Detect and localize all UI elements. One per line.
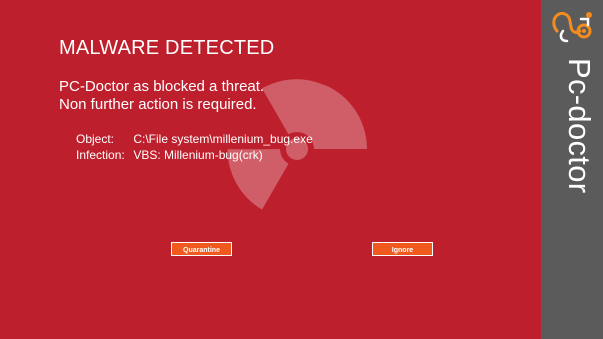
brand-name: Pc-doctor xyxy=(562,58,597,194)
infection-value: VBS: Millenium-bug(crk) xyxy=(133,148,263,162)
brand-sidebar: Pc-doctor xyxy=(541,0,603,339)
quarantine-button[interactable]: Quarantine xyxy=(171,242,232,256)
stethoscope-icon xyxy=(552,11,592,43)
malware-alert-panel: MALWARE DETECTED PC-Doctor as blocked a … xyxy=(0,0,541,339)
ignore-button[interactable]: Ignore xyxy=(372,242,433,256)
alert-title: MALWARE DETECTED xyxy=(59,37,275,59)
malware-alert-screen: MALWARE DETECTED PC-Doctor as blocked a … xyxy=(0,0,603,339)
object-detail-row: Object: C:\File system\millenium_bug.exe xyxy=(76,132,313,146)
alert-message-line-1: PC-Doctor as blocked a threat. xyxy=(59,78,265,95)
infection-detail-row: Infection: VBS: Millenium-bug(crk) xyxy=(76,148,263,162)
object-value: C:\File system\millenium_bug.exe xyxy=(133,132,313,146)
object-label: Object: xyxy=(76,132,115,146)
alert-message-line-2: Non further action is required. xyxy=(59,96,257,113)
infection-label: Infection: xyxy=(76,148,125,162)
